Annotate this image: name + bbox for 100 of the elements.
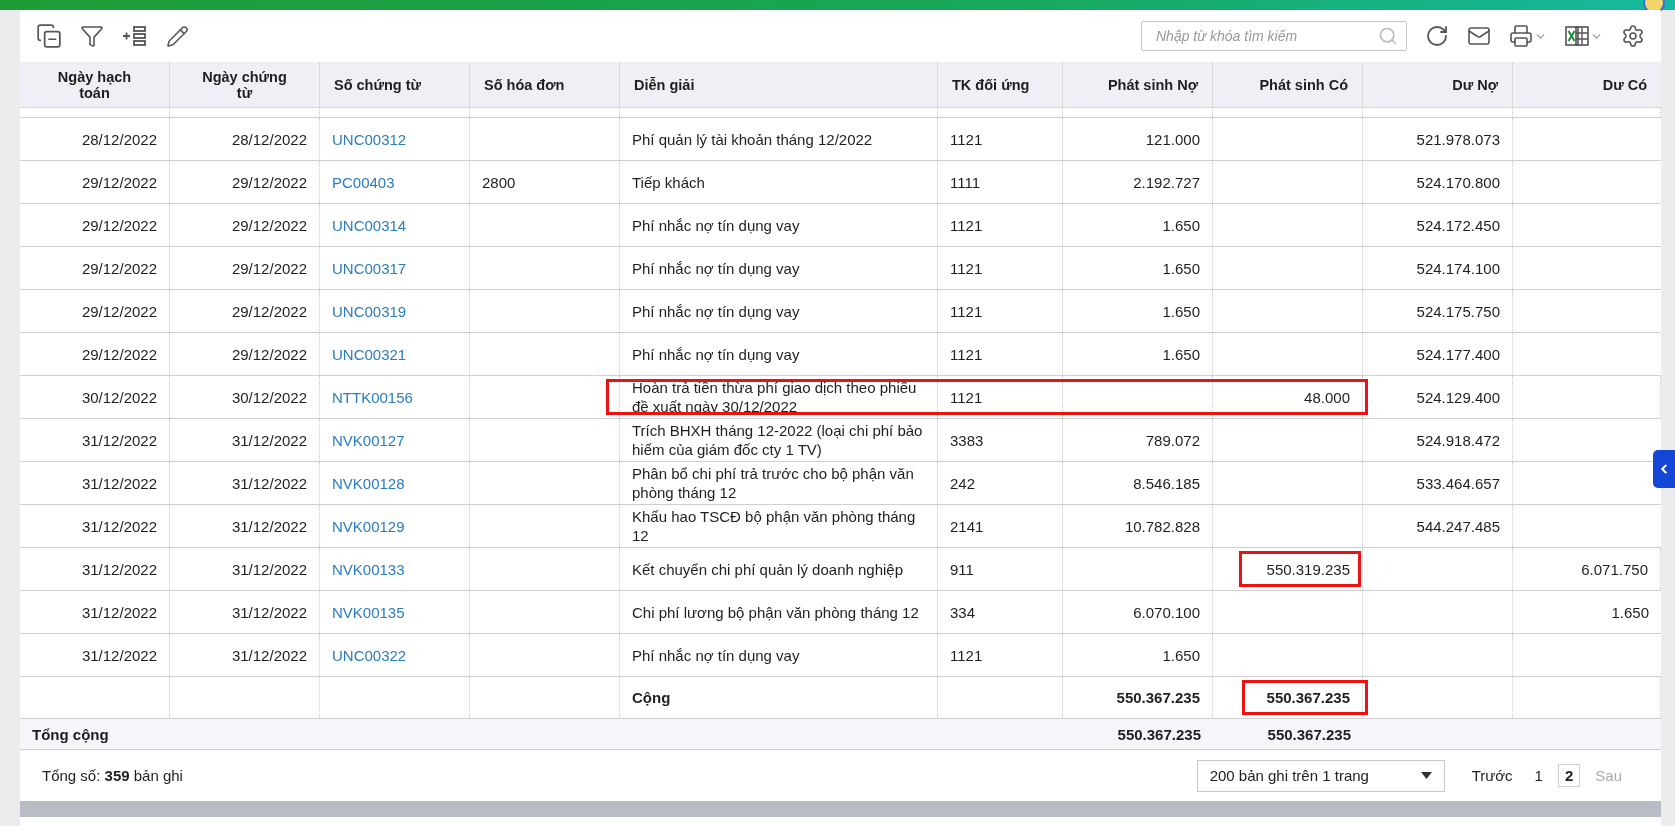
column-header[interactable]: Diễn giải [620,62,938,107]
date-cell: 31/12/2022 [81,473,157,493]
page-link[interactable]: 2 [1557,764,1581,787]
grand-total-label: Tổng cộng [32,724,109,744]
column-header[interactable]: Dư Nợ [1363,62,1513,107]
voucher-link[interactable]: UNC00322 [332,645,407,665]
voucher-link[interactable]: UNC00317 [332,258,407,278]
description-cell: Phí nhắc nợ tín dụng vay [632,215,800,235]
add-rows-button[interactable] [122,24,148,48]
search-icon [1378,26,1398,46]
description-cell: Phí nhắc nợ tín dụng vay [632,344,800,364]
column-header[interactable]: Ngày hạch toán [20,62,170,107]
search-field[interactable]: Nhập từ khóa tìm kiếm [1141,21,1407,51]
table-row[interactable]: 29/12/2022 29/12/2022 UNC00314 Phí nhắc nợ tín dụng vay 1121 1.650 524.172.450 [20,204,1661,247]
date-cell: 28/12/2022 [231,129,307,149]
column-header[interactable]: TK đối ứng [938,62,1063,107]
voucher-link[interactable]: NVK00128 [332,473,405,493]
side-panel-toggle[interactable] [1653,450,1675,488]
date-cell: 31/12/2022 [81,559,157,579]
invoice-cell: 2800 [482,172,516,192]
date-cell: 29/12/2022 [81,258,157,278]
edit-icon[interactable] [166,24,189,48]
spreadsheet-icon [1565,25,1589,47]
table-row[interactable]: 29/12/2022 29/12/2022 UNC00321 Phí nhắc nợ tín dụng vay 1121 1.650 524.177.400 [20,333,1661,376]
amount-cell: 550.319.235 [1266,559,1350,579]
page-size-dropdown[interactable]: 200 bản ghi trên 1 trang [1196,759,1445,792]
date-cell: 29/12/2022 [81,344,157,364]
description-cell: Phí nhắc nợ tín dụng vay [632,301,800,321]
table-row[interactable]: 31/12/2022 31/12/2022 NVK00128 Phân bổ chi phí trả trước cho bộ phận văn phòng tháng 12 242 8.546.185 533.464.657 [20,462,1661,505]
total-cell: 550.367.235 [1266,688,1350,707]
balance-cell: 524.172.450 [1416,215,1500,235]
column-header[interactable]: Ngày chứng từ [170,62,320,107]
table-row[interactable]: 29/12/2022 29/12/2022 UNC00317 Phí nhắc nợ tín dụng vay 1121 1.650 524.174.100 [20,247,1661,290]
date-cell: 29/12/2022 [81,172,157,192]
amount-cell: 1.650 [1162,301,1200,321]
table-row[interactable]: 31/12/2022 31/12/2022 NVK00133 Kết chuyển chi phí quản lý doanh nghiệp 911 550.319.235 6.071.750 [20,548,1661,591]
horizontal-scrollbar[interactable] [20,801,1661,817]
account-cell: 1111 [950,172,981,192]
filter-icon[interactable] [80,24,104,48]
column-header[interactable]: Số hóa đơn [470,62,620,107]
date-cell: 31/12/2022 [231,430,307,450]
description-cell-text: Trích BHXH tháng 12-2022 (loại chi phí bảo hiểm của giám đốc cty 1 TV) [632,421,924,459]
add-rows-icon [122,24,148,48]
description-cell-text: Phân bổ chi phí trả trước cho bộ phận văn phòng tháng 12 [632,464,915,502]
voucher-link[interactable]: UNC00314 [332,215,407,235]
description-cell: Kết chuyển chi phí quản lý doanh nghiệp [632,559,904,579]
table-row[interactable]: 31/12/2022 31/12/2022 NVK00129 Khấu hao TSCĐ bộ phận văn phòng tháng 12 2141 10.782.828 544.247.485 [20,505,1661,548]
balance-cell: 524.129.400 [1416,387,1500,407]
refresh-icon[interactable] [1425,24,1449,48]
column-header[interactable]: Phát sinh Có [1213,62,1363,107]
voucher-link[interactable]: UNC00319 [332,301,407,321]
account-cell: 1121 [950,645,983,665]
description-cell: Chi phí lương bộ phận văn phòng tháng 12 [632,602,919,622]
date-cell: 29/12/2022 [231,301,307,321]
date-cell: 30/12/2022 [231,387,307,407]
voucher-link[interactable]: UNC00321 [332,344,407,364]
amount-cell: 1.650 [1162,258,1200,278]
balance-cell: 524.170.800 [1416,172,1500,192]
table-row[interactable]: 29/12/2022 29/12/2022 UNC00319 Phí nhắc nợ tín dụng vay 1121 1.650 524.175.750 [20,290,1661,333]
amount-cell: 1.650 [1162,215,1200,235]
balance-cell: 1.650 [1611,602,1649,622]
date-cell: 31/12/2022 [231,645,307,665]
table-row[interactable]: 29/12/2022 29/12/2022 PC00403 2800 Tiếp khách 1111 2.192.727 524.170.800 [20,161,1661,204]
settings-icon[interactable] [1621,24,1645,48]
voucher-link[interactable]: UNC00312 [332,129,407,149]
description-cell: Tiếp khách [632,172,705,192]
mail-icon[interactable] [1467,24,1491,48]
date-cell: 31/12/2022 [81,602,157,622]
balance-cell: 521.978.073 [1416,129,1500,149]
account-cell: 2141 [950,516,984,536]
date-cell: 31/12/2022 [81,516,157,536]
voucher-link[interactable]: NVK00129 [332,516,405,536]
date-cell: 28/12/2022 [81,129,157,149]
account-cell: 1121 [950,215,983,235]
date-cell: 29/12/2022 [231,344,307,364]
account-cell: 3383 [950,430,984,450]
date-cell: 31/12/2022 [231,473,307,493]
export-button[interactable] [1565,25,1603,47]
date-cell: 31/12/2022 [81,430,157,450]
balance-cell: 533.464.657 [1416,473,1500,493]
table-row[interactable]: 31/12/2022 31/12/2022 UNC00322 Phí nhắc nợ tín dụng vay 1121 1.650 [20,634,1661,677]
table-row[interactable]: 28/12/2022 28/12/2022 UNC00312 Phí quản lý tài khoản tháng 12/2022 1121 121.000 521.978.073 [20,118,1661,161]
voucher-link[interactable]: NVK00135 [332,602,405,622]
column-header[interactable]: Phát sinh Nợ [1063,62,1213,107]
account-cell: 911 [950,559,974,579]
amount-cell: 48.000 [1304,387,1350,407]
balance-cell: 544.247.485 [1416,516,1500,536]
collapse-icon[interactable] [36,23,62,49]
column-header[interactable]: Dư Có [1513,62,1661,107]
voucher-link[interactable]: PC00403 [332,172,395,192]
amount-cell: 6.070.100 [1133,602,1200,622]
table-row[interactable]: 31/12/2022 31/12/2022 NVK00135 Chi phí lương bộ phận văn phòng tháng 12 334 6.070.100 1.650 [20,591,1661,634]
column-header[interactable]: Số chứng từ [320,62,470,107]
date-cell: 31/12/2022 [231,516,307,536]
description-cell: Phí quản lý tài khoản tháng 12/2022 [632,129,873,149]
voucher-link[interactable]: NVK00133 [332,559,405,579]
print-button[interactable] [1509,24,1547,48]
voucher-link[interactable]: NTTK00156 [332,387,413,407]
total-cell: 550.367.235 [1117,724,1201,744]
voucher-link[interactable]: NVK00127 [332,430,405,450]
